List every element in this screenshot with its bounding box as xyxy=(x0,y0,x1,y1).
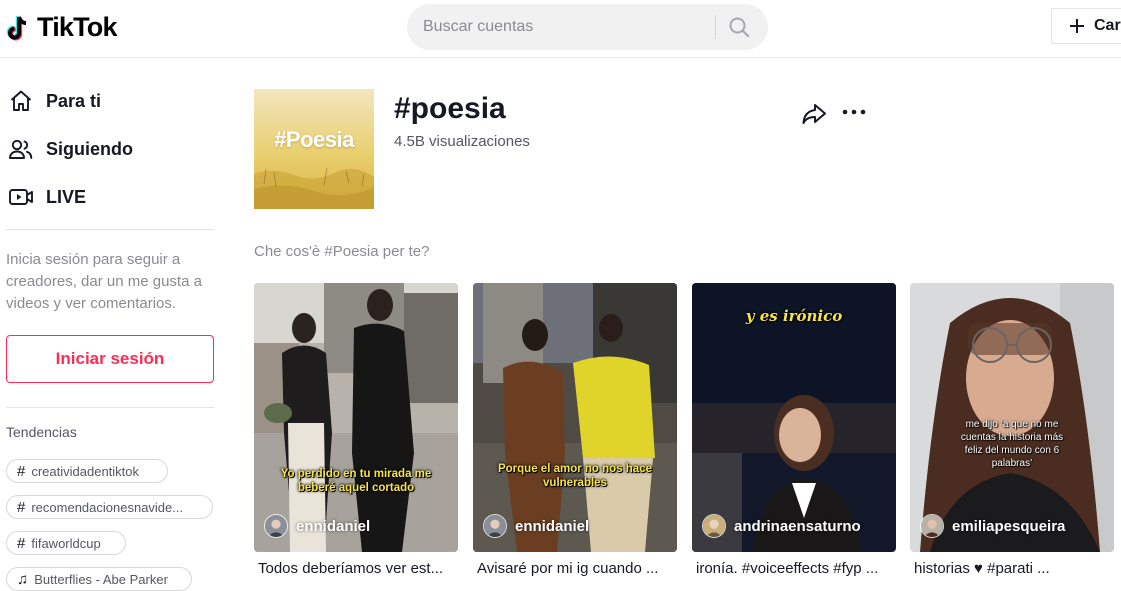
sidebar-item-live[interactable]: LIVE xyxy=(8,184,86,210)
search-icon xyxy=(729,17,750,38)
video-overlay-text: me dijo ‘a que no me cuentas la historia… xyxy=(960,419,1064,469)
sidebar-item-label: Para ti xyxy=(46,90,102,111)
search-bar xyxy=(407,4,768,50)
video-username: emiliapesqueira xyxy=(952,517,1066,535)
search-button[interactable] xyxy=(725,13,753,41)
suggestion-prompt: Che cos'è #Poesia per te? xyxy=(254,243,430,260)
top-header: TikTok Car xyxy=(0,0,1121,58)
video-card[interactable]: me dijo ‘a que no me cuentas la historia… xyxy=(910,283,1114,552)
video-overlay-text: Porque el amor no nos hace vulnerables xyxy=(497,463,652,489)
share-button[interactable] xyxy=(800,100,828,128)
video-caption[interactable]: Todos deberíamos ver est... xyxy=(254,560,458,577)
more-options-button[interactable] xyxy=(840,100,868,124)
video-username: andrinaensaturno xyxy=(734,517,861,535)
trending-tag-chip[interactable]: # creatividadentiktok xyxy=(6,459,168,483)
trending-tag-chip[interactable]: # fifaworldcup xyxy=(6,531,126,555)
avatar xyxy=(920,514,944,538)
logo-text: TikTok xyxy=(37,12,118,42)
upload-label: Car xyxy=(1094,17,1121,34)
video-thumbnail xyxy=(254,283,458,552)
sidebar: Para ti Siguiendo LIVE Inicia sesión par… xyxy=(0,58,222,591)
video-author: andrinaensaturno xyxy=(702,514,861,538)
sidebar-item-label: LIVE xyxy=(46,186,87,207)
hashtag-title: #poesia xyxy=(394,92,506,125)
video-card[interactable]: y es irónico andrinaensaturno xyxy=(692,283,896,552)
upload-button[interactable]: Car xyxy=(1051,8,1121,44)
video-card[interactable]: Yo perdido en tu mirada me beberé aquel … xyxy=(254,283,458,552)
trending-tag-label: fifaworldcup xyxy=(31,535,101,551)
trending-tag-chip[interactable]: # recomendacionesnavide... xyxy=(6,495,213,519)
video-username: ennidaniel xyxy=(296,517,371,535)
more-dots-icon xyxy=(842,109,866,115)
tiktok-note-icon xyxy=(6,15,27,40)
tiktok-logo[interactable]: TikTok xyxy=(6,12,118,43)
avatar xyxy=(264,514,288,538)
trending-tag-label: recomendacionesnavide... xyxy=(31,499,184,515)
share-icon xyxy=(802,104,826,124)
home-icon xyxy=(8,88,34,114)
hashtag-cover-image: #Poesia xyxy=(254,89,374,209)
trending-title: Tendencias xyxy=(6,424,77,440)
trending-music-chip[interactable]: ♫ Butterflies - Abe Parker xyxy=(6,567,192,591)
login-prompt: Inicia sesión para seguir a creadores, d… xyxy=(6,251,202,312)
hashtag-icon: # xyxy=(17,534,26,552)
hashtag-icon: # xyxy=(17,462,26,480)
video-caption[interactable]: historias ♥ #parati ... xyxy=(910,560,1114,577)
search-divider xyxy=(715,15,716,39)
view-count: 4.5B visualizaciones xyxy=(394,133,530,150)
trending-tag-label: creatividadentiktok xyxy=(31,463,140,479)
following-icon xyxy=(8,136,34,162)
cover-text: #Poesia xyxy=(274,127,354,152)
video-author: emiliapesqueira xyxy=(920,514,1065,538)
video-card[interactable]: Porque el amor no nos hace vulnerables e… xyxy=(473,283,677,552)
video-author: ennidaniel xyxy=(483,514,589,538)
avatar xyxy=(702,514,726,538)
live-icon xyxy=(8,184,34,210)
video-caption[interactable]: ironía. #voiceeffects #fyp ... xyxy=(692,560,896,577)
video-author: ennidaniel xyxy=(264,514,370,538)
video-overlay-text: y es irónico xyxy=(745,307,843,325)
hashtag-icon: # xyxy=(17,498,26,516)
sidebar-item-para-ti[interactable]: Para ti xyxy=(8,88,101,114)
plus-icon xyxy=(1070,19,1084,33)
trending-music-label: Butterflies - Abe Parker xyxy=(34,571,168,587)
sidebar-divider xyxy=(6,407,214,408)
sidebar-item-label: Siguiendo xyxy=(46,138,133,159)
video-caption[interactable]: Avisaré por mi ig cuando ... xyxy=(473,560,677,577)
music-note-icon: ♫ xyxy=(17,570,29,588)
search-input[interactable] xyxy=(423,4,713,50)
video-overlay-text: Yo perdido en tu mirada me beberé aquel … xyxy=(280,468,432,494)
avatar xyxy=(483,514,507,538)
video-username: ennidaniel xyxy=(515,517,590,535)
video-thumbnail xyxy=(473,283,677,552)
login-button[interactable]: Iniciar sesión xyxy=(6,335,214,383)
sidebar-item-siguiendo[interactable]: Siguiendo xyxy=(8,136,133,162)
sidebar-divider xyxy=(6,229,214,230)
